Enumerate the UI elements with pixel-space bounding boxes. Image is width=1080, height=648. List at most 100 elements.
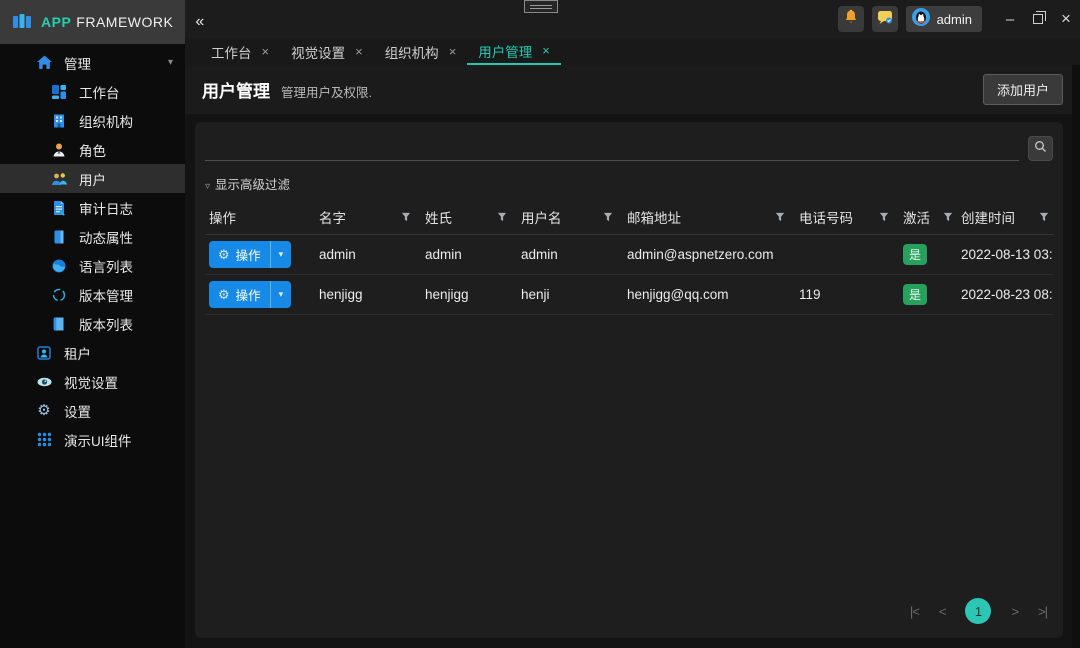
eye-icon bbox=[35, 373, 53, 391]
tab-label: 组织机构 bbox=[385, 42, 439, 62]
filter-icon[interactable] bbox=[603, 210, 613, 225]
username-label: admin bbox=[937, 12, 972, 27]
column-header-username: 用户名 bbox=[517, 200, 623, 235]
cell-surname: henjigg bbox=[421, 275, 517, 315]
scrollbar-track[interactable] bbox=[1072, 38, 1080, 648]
cell-surname: admin bbox=[421, 235, 517, 275]
sidebar-group-admin[interactable]: 管理 ▾ bbox=[0, 48, 185, 77]
drag-handle-widget[interactable] bbox=[524, 0, 558, 13]
sidebar-item-label: 版本列表 bbox=[79, 314, 133, 334]
cell-email: admin@aspnetzero.com bbox=[623, 235, 795, 275]
sidebar-item-visual-settings[interactable]: 视觉设置 bbox=[0, 367, 185, 396]
prev-page-button[interactable]: < bbox=[939, 604, 946, 619]
tab-workbench[interactable]: 工作台 × bbox=[200, 38, 280, 65]
close-icon[interactable]: × bbox=[542, 43, 550, 58]
filter-icon[interactable] bbox=[879, 210, 889, 225]
content-area: ▿显示高级过滤 操作 名字 姓氏 用户名 邮箱地址 电话号 bbox=[185, 114, 1080, 648]
active-badge: 是 bbox=[903, 244, 927, 265]
sidebar-item-audit-logs[interactable]: 审计日志 bbox=[0, 193, 185, 222]
sidebar-item-label: 角色 bbox=[79, 140, 106, 160]
tab-user-management[interactable]: 用户管理 × bbox=[467, 38, 561, 65]
person-icon bbox=[50, 141, 68, 159]
chat-icon bbox=[877, 9, 893, 30]
sidebar-item-edition-list[interactable]: 版本列表 bbox=[0, 309, 185, 338]
filter-icon[interactable] bbox=[775, 210, 785, 225]
globe-icon bbox=[50, 257, 68, 275]
sidebar-item-label: 管理 bbox=[64, 53, 91, 73]
filter-toggle-label: 显示高级过滤 bbox=[215, 178, 290, 192]
tab-visual-settings[interactable]: 视觉设置 × bbox=[280, 38, 374, 65]
gear-icon: ⚙ bbox=[35, 402, 53, 420]
grid-dots-icon bbox=[35, 431, 53, 449]
chevron-down-icon[interactable]: ▾ bbox=[270, 241, 292, 268]
advanced-filter-toggle[interactable]: ▿ 显示高级过滤 bbox=[205, 174, 1053, 193]
minimize-button[interactable]: – bbox=[996, 0, 1024, 38]
cell-phone: 119 bbox=[795, 275, 899, 315]
search-button[interactable] bbox=[1028, 136, 1053, 161]
filter-icon[interactable] bbox=[1039, 210, 1049, 225]
filter-icon[interactable] bbox=[497, 210, 507, 225]
sidebar-collapse-button[interactable]: « bbox=[195, 13, 204, 31]
close-icon[interactable]: × bbox=[355, 44, 363, 59]
app-logo-area: APP FRAMEWORK « bbox=[0, 0, 185, 44]
sidebar-item-label: 动态属性 bbox=[79, 227, 133, 247]
column-header-surname: 姓氏 bbox=[421, 200, 517, 235]
user-menu[interactable]: admin bbox=[906, 6, 982, 32]
filter-icon[interactable] bbox=[401, 210, 411, 225]
sidebar-item-label: 语言列表 bbox=[79, 256, 133, 276]
sidebar-item-edition-management[interactable]: 版本管理 bbox=[0, 280, 185, 309]
tab-bar: 工作台 × 视觉设置 × 组织机构 × 用户管理 × bbox=[185, 38, 1080, 65]
gear-icon: ⚙ bbox=[218, 247, 230, 263]
cell-name: henjigg bbox=[315, 275, 421, 315]
sidebar-item-tenants[interactable]: 租户 bbox=[0, 338, 185, 367]
last-page-button[interactable]: >| bbox=[1038, 604, 1047, 619]
search-input[interactable] bbox=[205, 135, 1019, 161]
table-header-row: 操作 名字 姓氏 用户名 邮箱地址 电话号码 激活 创建时间 bbox=[205, 200, 1053, 235]
notebook-icon bbox=[50, 228, 68, 246]
cell-created: 2022-08-23 08:47: bbox=[957, 275, 1053, 315]
maximize-icon bbox=[1033, 14, 1043, 24]
cell-username: henji bbox=[517, 275, 623, 315]
chevron-down-icon[interactable]: ▾ bbox=[270, 281, 292, 308]
first-page-button[interactable]: |< bbox=[910, 604, 919, 619]
sidebar-item-demo-ui[interactable]: 演示UI组件 bbox=[0, 425, 185, 454]
current-page-button[interactable]: 1 bbox=[965, 598, 991, 624]
cell-created: 2022-08-13 03:33: bbox=[957, 235, 1053, 275]
add-user-button[interactable]: 添加用户 bbox=[983, 74, 1063, 105]
tab-label: 用户管理 bbox=[478, 41, 532, 61]
sidebar-item-workbench[interactable]: 工作台 bbox=[0, 77, 185, 106]
sidebar-item-dynamic-properties[interactable]: 动态属性 bbox=[0, 222, 185, 251]
sidebar: 管理 ▾ 工作台 组织机构 角色 用户 审计日志 动态属性 语言列表 版本管理 … bbox=[0, 44, 185, 648]
next-page-button[interactable]: > bbox=[1011, 604, 1018, 619]
active-badge: 是 bbox=[903, 284, 927, 305]
sidebar-item-languages[interactable]: 语言列表 bbox=[0, 251, 185, 280]
column-header-created: 创建时间 bbox=[957, 200, 1053, 235]
sidebar-item-roles[interactable]: 角色 bbox=[0, 135, 185, 164]
chevron-down-icon: ▾ bbox=[168, 57, 173, 68]
filter-icon[interactable] bbox=[943, 210, 953, 225]
sidebar-item-label: 设置 bbox=[64, 401, 91, 421]
row-actions-button[interactable]: ⚙操作 ▾ bbox=[209, 241, 291, 268]
sidebar-item-settings[interactable]: ⚙ 设置 bbox=[0, 396, 185, 425]
close-icon[interactable]: × bbox=[449, 44, 457, 59]
maximize-button[interactable] bbox=[1024, 0, 1052, 38]
users-table: 操作 名字 姓氏 用户名 邮箱地址 电话号码 激活 创建时间 bbox=[205, 200, 1053, 315]
logo-text-accent: APP bbox=[41, 14, 71, 30]
row-actions-button[interactable]: ⚙操作 ▾ bbox=[209, 281, 291, 308]
id-badge-icon bbox=[35, 344, 53, 362]
notifications-button[interactable] bbox=[838, 6, 864, 32]
users-icon bbox=[50, 170, 68, 188]
column-header-active: 激活 bbox=[899, 200, 957, 235]
close-button[interactable]: × bbox=[1052, 0, 1080, 38]
chevron-down-icon: ▿ bbox=[205, 181, 210, 192]
tab-organization[interactable]: 组织机构 × bbox=[374, 38, 468, 65]
table-row: ⚙操作 ▾ henjigg henjigg henji henjigg@qq.c… bbox=[205, 275, 1053, 315]
sidebar-item-users[interactable]: 用户 bbox=[0, 164, 185, 193]
document-icon bbox=[50, 199, 68, 217]
close-icon[interactable]: × bbox=[262, 44, 270, 59]
messages-button[interactable] bbox=[872, 6, 898, 32]
tab-label: 视觉设置 bbox=[291, 42, 345, 62]
column-header-actions: 操作 bbox=[205, 200, 315, 235]
sidebar-item-organization[interactable]: 组织机构 bbox=[0, 106, 185, 135]
circle-outline-icon bbox=[50, 286, 68, 304]
